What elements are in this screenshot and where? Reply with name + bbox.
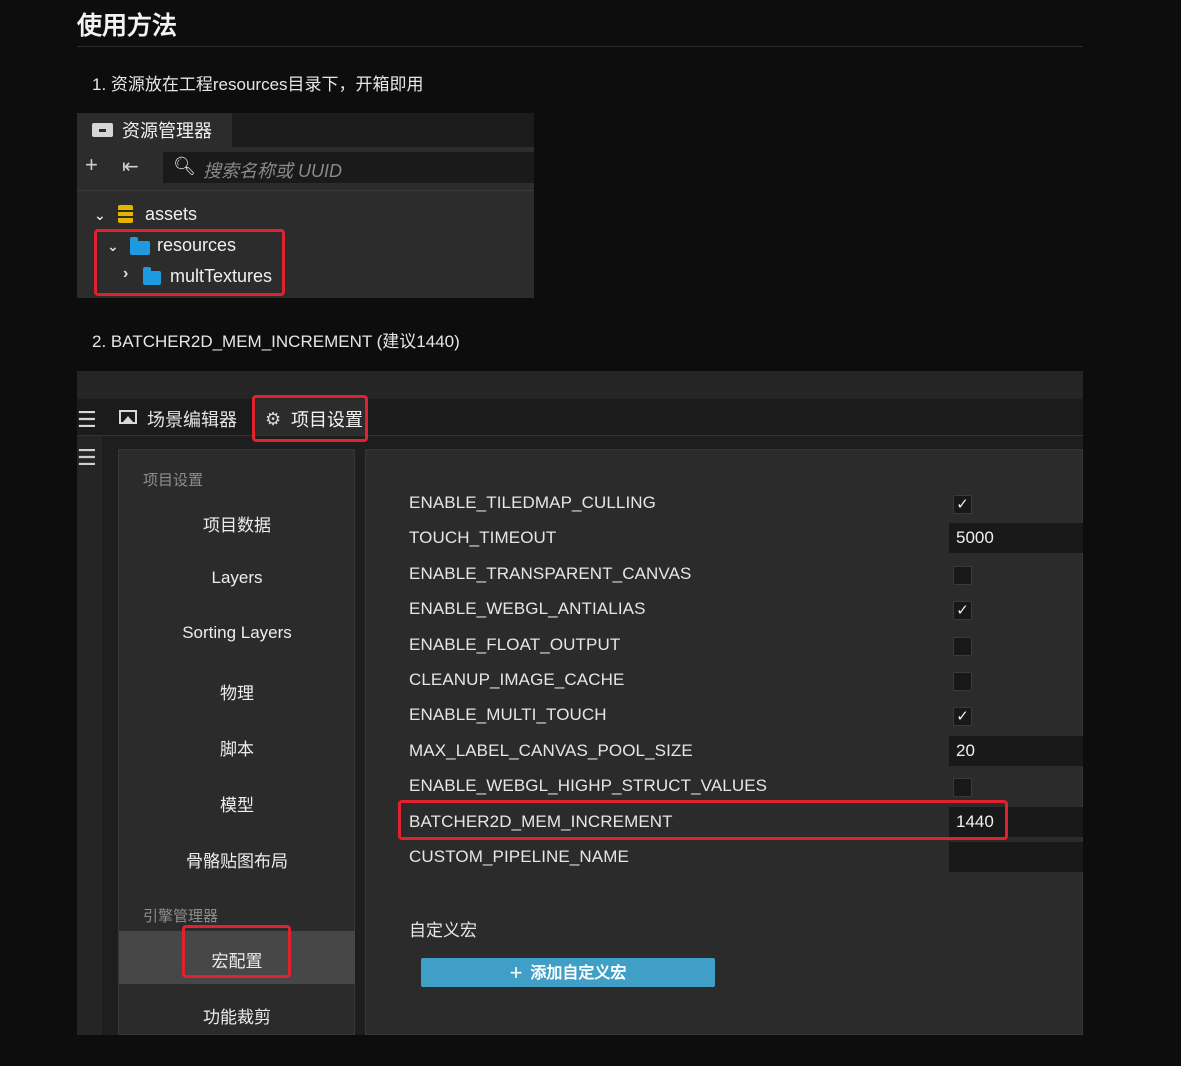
chevron-down-icon[interactable]: ⌄ [94, 207, 106, 224]
prop-label: ENABLE_WEBGL_HIGHP_STRUCT_VALUES [409, 776, 768, 795]
add-custom-macro-label: 添加自定义宏 [530, 965, 627, 982]
add-custom-macro-button[interactable]: + 添加自定义宏 [421, 958, 715, 987]
sort-icon[interactable]: ⇤ [122, 154, 139, 179]
prop-number-input[interactable]: 5000 [949, 523, 1083, 553]
step-1-text: 1. 资源放在工程resources目录下，开箱即用 [92, 75, 424, 94]
prop-checkbox[interactable]: ✓ [953, 601, 972, 620]
search-input[interactable]: 搜索名称或 UUID [203, 157, 342, 183]
prop-label: ENABLE_FLOAT_OUTPUT [409, 635, 621, 654]
add-icon[interactable]: + [85, 152, 98, 178]
prop-checkbox[interactable] [953, 672, 972, 691]
prop-label: CLEANUP_IMAGE_CACHE [409, 670, 625, 689]
tree-divider [77, 190, 534, 191]
asset-search-box[interactable]: 🔍︎ 搜索名称或 UUID [163, 152, 534, 183]
prop-number-input[interactable]: 20 [949, 736, 1083, 766]
prop-checkbox[interactable] [953, 778, 972, 797]
prop-label: CUSTOM_PIPELINE_NAME [409, 847, 629, 866]
title-divider [77, 46, 1083, 47]
tab-bar-empty [367, 399, 1083, 435]
database-icon [118, 205, 133, 223]
prop-label: MAX_LABEL_CANVAS_POOL_SIZE [409, 741, 693, 760]
sidebar-item-skeleton-atlas[interactable]: 骨骼贴图布局 [119, 847, 355, 872]
prop-label: ENABLE_TILEDMAP_CULLING [409, 493, 656, 512]
sidebar-item-sorting-layers[interactable]: Sorting Layers [119, 623, 355, 643]
tab-scene-editor[interactable]: 场景编辑器 [105, 399, 249, 435]
tab-divider [77, 435, 1083, 436]
prop-label: TOUCH_TIMEOUT [409, 528, 557, 547]
prop-label: ENABLE_WEBGL_ANTIALIAS [409, 599, 646, 618]
image-icon [119, 410, 137, 424]
plus-icon: + [509, 960, 523, 985]
sidebar-section-engine: 引擎管理器 [143, 908, 219, 925]
sidebar-item-scripts[interactable]: 脚本 [119, 735, 355, 760]
prop-checkbox[interactable] [953, 637, 972, 656]
page-title: 使用方法 [77, 12, 178, 40]
left-dock-strip [77, 435, 102, 1035]
search-icon: 🔍︎ [173, 156, 196, 176]
highlight-box-resources [94, 229, 285, 296]
sidebar-item-physics[interactable]: 物理 [119, 679, 355, 704]
asset-manager-tab[interactable]: 资源管理器 [77, 113, 232, 147]
macro-config-content: ENABLE_TILEDMAP_CULLING ✓ TOUCH_TIMEOUT … [365, 449, 1083, 1035]
prop-checkbox[interactable] [953, 566, 972, 585]
folder-tab-icon [92, 123, 113, 137]
prop-checkbox[interactable]: ✓ [953, 495, 972, 514]
list-icon[interactable]: ☰ [77, 445, 97, 471]
sidebar-item-project-data[interactable]: 项目数据 [119, 511, 355, 536]
sidebar-item-feature-crop[interactable]: 功能裁剪 [119, 1003, 355, 1028]
prop-text-input[interactable] [949, 842, 1083, 872]
sidebar-item-model[interactable]: 模型 [119, 791, 355, 816]
highlight-box-batcher2d [398, 800, 1008, 840]
highlight-box-project-tab [252, 395, 368, 442]
step-2-text: 2. BATCHER2D_MEM_INCREMENT (建议1440) [92, 332, 460, 351]
prop-checkbox[interactable]: ✓ [953, 707, 972, 726]
custom-macro-title: 自定义宏 [409, 921, 477, 940]
menu-icon[interactable]: ☰ [77, 407, 97, 433]
sidebar-item-layers[interactable]: Layers [119, 568, 355, 588]
editor-top-strip [77, 371, 1083, 399]
sidebar-section-project: 项目设置 [143, 472, 204, 489]
tree-item-assets[interactable]: assets [145, 200, 197, 228]
highlight-box-macro-config [182, 925, 291, 978]
tab-scene-label: 场景编辑器 [147, 410, 237, 430]
prop-label: ENABLE_MULTI_TOUCH [409, 705, 607, 724]
asset-manager-tab-label: 资源管理器 [122, 121, 212, 141]
prop-label: ENABLE_TRANSPARENT_CANVAS [409, 564, 692, 583]
